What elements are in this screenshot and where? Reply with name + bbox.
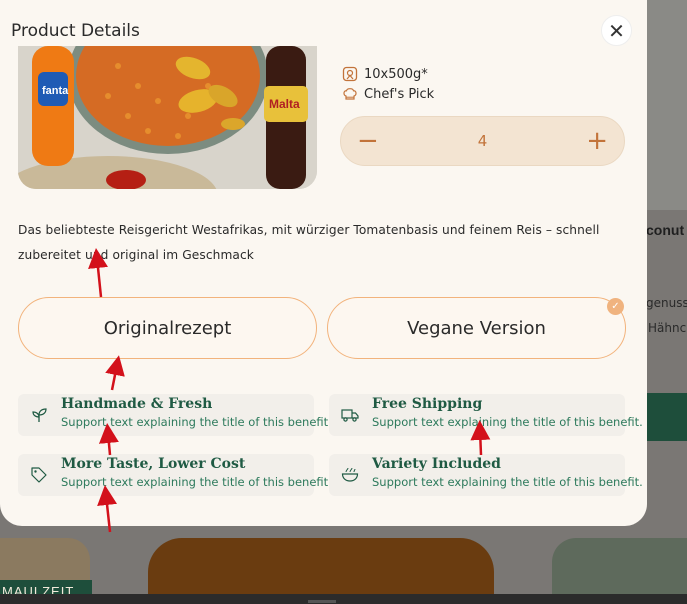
product-description: Das beliebteste Reisgericht Westafrikas,… [18, 223, 600, 262]
svg-text:fanta: fanta [42, 85, 69, 97]
benefit-title: More Taste, Lower Cost [61, 456, 246, 472]
option-label: Vegane Version [407, 317, 546, 339]
sprout-icon [32, 408, 47, 422]
bottom-bar [0, 594, 687, 604]
option-vegan-version[interactable]: Vegane Version [327, 297, 626, 359]
background-product-text: Hähnc [648, 321, 687, 335]
modal-title: Product Details [11, 21, 140, 41]
product-photo-illustration: fanta Malta [18, 46, 317, 189]
chef-pick-label: Chef's Pick [364, 86, 435, 102]
tag-icon [31, 467, 47, 483]
benefit-card: Variety Included Support text explaining… [329, 454, 643, 496]
svg-text:Malta: Malta [269, 97, 300, 111]
background-product-title: conut [646, 222, 685, 238]
selected-check-icon: ✓ [607, 298, 624, 315]
background-add-button [640, 393, 687, 441]
benefit-card: Handmade & Fresh Support text explaining… [18, 394, 332, 436]
pack-size: 10x500g* [342, 66, 428, 82]
benefit-text: Support text explaining the title of thi… [61, 475, 332, 489]
product-details-modal: Product Details ✕ fanta Malta 10x500g* C… [0, 0, 647, 526]
truck-icon [341, 409, 359, 422]
package-icon [342, 66, 358, 82]
background-product-card [640, 0, 687, 210]
product-image: fanta Malta [18, 46, 317, 189]
bowl-icon [341, 467, 359, 482]
benefit-title: Variety Included [372, 456, 501, 472]
close-icon: ✕ [608, 18, 625, 43]
benefit-text: Support text explaining the title of thi… [61, 415, 332, 429]
benefit-text: Support text explaining the title of thi… [372, 475, 643, 489]
close-button[interactable]: ✕ [601, 15, 632, 46]
chef-pick-badge: Chef's Pick [342, 86, 434, 102]
benefit-title: Handmade & Fresh [61, 396, 213, 412]
bottom-bar-handle [308, 600, 336, 603]
chef-hat-icon [343, 88, 357, 100]
quantity-value: 4 [477, 132, 488, 150]
decrement-button[interactable]: − [357, 128, 379, 154]
benefit-text: Support text explaining the title of thi… [372, 415, 643, 429]
pack-size-label: 10x500g* [364, 66, 428, 82]
benefit-card: Free Shipping Support text explaining th… [329, 394, 643, 436]
option-original-recipe[interactable]: Originalrezept [18, 297, 317, 359]
background-product-text: genuss [646, 296, 687, 310]
increment-button[interactable]: + [586, 128, 608, 154]
benefit-card: More Taste, Lower Cost Support text expl… [18, 454, 332, 496]
option-label: Originalrezept [103, 317, 232, 339]
benefit-title: Free Shipping [372, 396, 483, 412]
quantity-stepper: − 4 + [340, 116, 625, 166]
